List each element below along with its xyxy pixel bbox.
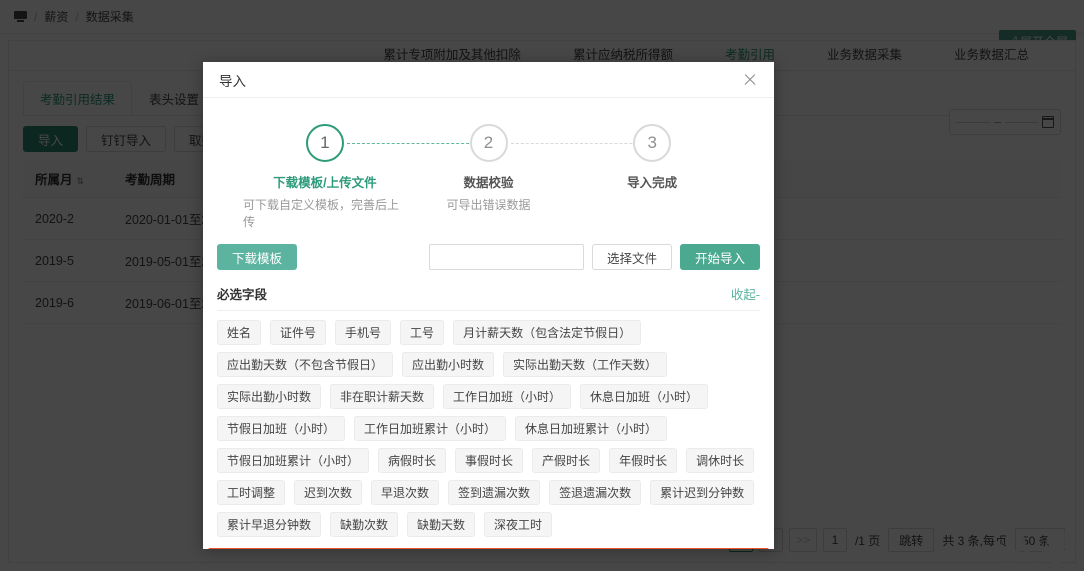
field-chip: 节假日加班累计（小时） [217, 448, 370, 473]
field-chip: 月计薪天数（包含法定节假日） [453, 320, 642, 345]
step-2-title: 数据校验 [463, 176, 514, 190]
step-1: 1 下载模板/上传文件 可下载自定义模板，完善后上传 [243, 124, 489, 230]
field-chip: 累计早退分钟数 [217, 512, 322, 537]
field-chip: 实际出勤小时数 [217, 384, 322, 409]
field-chip: 病假时长 [378, 448, 447, 473]
collapse-link[interactable]: 收起- [731, 284, 760, 303]
dialog-header: 导入 [203, 62, 774, 98]
import-dialog: 导入 1 下载模板/上传文件 可下载自定义模板，完善后上传 2 数据校验 可导出… [203, 62, 774, 549]
choose-file-button[interactable]: 选择文件 [591, 244, 672, 270]
step-1-number: 1 [305, 124, 344, 162]
required-field-chips: 姓名 证件号 手机号 工号 月计薪天数（包含法定节假日） 应出勤天数（不包含节假… [217, 311, 760, 537]
field-chip: 姓名 [217, 320, 262, 345]
steps-indicator: 1 下载模板/上传文件 可下载自定义模板，完善后上传 2 数据校验 可导出错误数… [203, 98, 774, 230]
field-chip: 应出勤天数（不包含节假日） [217, 352, 394, 377]
download-template-button[interactable]: 下载模板 [217, 244, 298, 270]
field-chip: 非在职计薪天数 [330, 384, 435, 409]
start-import-button[interactable]: 开始导入 [679, 244, 760, 270]
field-chip: 证件号 [270, 320, 327, 345]
field-chip: 休息日加班（小时） [580, 384, 709, 409]
step-connector [510, 143, 653, 144]
field-chip: 累计迟到分钟数 [650, 480, 755, 505]
field-chip: 早退次数 [371, 480, 440, 505]
step-1-subtitle: 可下载自定义模板，完善后上传 [243, 198, 400, 229]
field-chip: 年假时长 [609, 448, 678, 473]
dialog-body: 1 下载模板/上传文件 可下载自定义模板，完善后上传 2 数据校验 可导出错误数… [203, 98, 774, 549]
field-chip: 应出勤小时数 [402, 352, 495, 377]
step-2-subtitle: 可导出错误数据 [446, 198, 531, 212]
step-2-number: 2 [469, 124, 508, 162]
field-chip: 产假时长 [532, 448, 601, 473]
required-fields-header: 必选字段 收起- [217, 284, 760, 311]
field-chip: 深夜工时 [484, 512, 553, 537]
field-chip: 工作日加班（小时） [443, 384, 572, 409]
step-3-number: 3 [633, 124, 672, 162]
step-3: 3 导入完成 [570, 124, 734, 230]
required-fields-section: 必选字段 收起- 姓名 证件号 手机号 工号 月计薪天数（包含法定节假日） 应出… [203, 270, 774, 537]
step-connector [346, 143, 489, 144]
field-chip: 休息日加班累计（小时） [515, 416, 668, 441]
close-icon[interactable] [742, 72, 758, 88]
field-chip: 工号 [400, 320, 445, 345]
field-chip: 手机号 [335, 320, 392, 345]
field-chip: 节假日加班（小时） [217, 416, 346, 441]
dialog-title: 导入 [219, 73, 246, 89]
field-chip: 缺勤次数 [330, 512, 399, 537]
upload-row: 下载模板 选择文件 开始导入 [203, 230, 774, 270]
field-chip: 实际出勤天数（工作天数） [503, 352, 668, 377]
field-chip: 事假时长 [455, 448, 524, 473]
field-chip: 签到遗漏次数 [448, 480, 541, 505]
field-chip: 缺勤天数 [407, 512, 476, 537]
field-chip: 调休时长 [686, 448, 755, 473]
field-chip: 迟到次数 [294, 480, 363, 505]
field-chip: 工时调整 [217, 480, 286, 505]
field-chip: 签退遗漏次数 [549, 480, 642, 505]
file-path-input[interactable] [428, 244, 584, 270]
field-chip: 工作日加班累计（小时） [354, 416, 507, 441]
optional-fields-section: 可选字段 (您可以在表头设置中添加可选字段) 去设置 节假日加班小时-综合 月工… [208, 548, 769, 549]
required-fields-title: 必选字段 [217, 288, 268, 302]
step-3-title: 导入完成 [627, 176, 678, 190]
step-2: 2 数据校验 可导出错误数据 [407, 124, 653, 230]
step-1-title: 下载模板/上传文件 [273, 176, 377, 190]
